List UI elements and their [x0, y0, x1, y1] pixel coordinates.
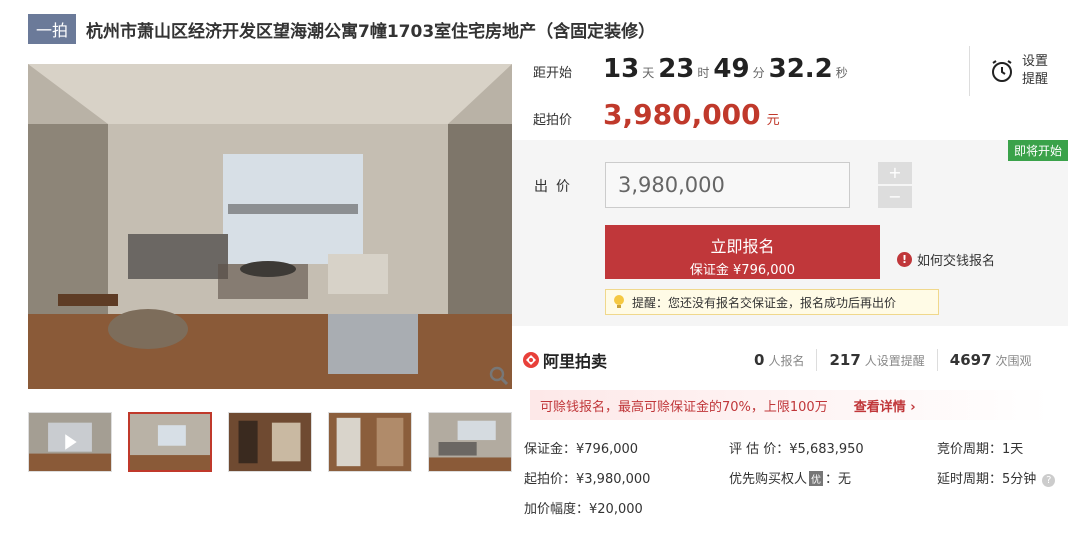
priority-badge: 优: [809, 470, 824, 486]
reminder-count: 217 人设置提醒: [829, 351, 925, 369]
thumbnail[interactable]: [427, 412, 512, 472]
minutes-unit: 分: [752, 66, 765, 80]
thumbnail[interactable]: [328, 412, 412, 472]
set-reminder-button[interactable]: 设置提醒: [969, 46, 1069, 96]
credit-promo-banner: 可赊钱报名，最高可赊保证金的70%，上限100万 查看详情 ›: [530, 390, 1050, 420]
start-price: 起拍价 3,980,000 元: [533, 98, 780, 138]
increment-detail: 加价幅度：¥20,000: [524, 501, 643, 517]
info-icon: !: [897, 252, 912, 267]
start-price-label: 起拍价: [533, 113, 573, 128]
signup-deposit: 保证金 ¥796,000: [689, 263, 796, 278]
days-unit: 天: [642, 66, 655, 80]
brand-logo[interactable]: 阿里拍卖: [522, 348, 742, 372]
thumbnail-strip: [28, 412, 512, 474]
auction-stats: 阿里拍卖 0 人报名 217 人设置提醒 4697 次围观: [522, 340, 1068, 380]
priority-detail: 优先购买权人优：无: [729, 470, 852, 487]
thumbnail-selected[interactable]: [127, 412, 213, 472]
countdown: 距开始 13 天 23 时 49 分 32.2 秒: [533, 54, 852, 94]
cycle-detail: 竞价周期：1天: [937, 441, 1024, 457]
alarm-clock-icon: [992, 60, 1012, 82]
main-photo[interactable]: [28, 64, 512, 389]
signup-label: 立即报名: [710, 237, 775, 256]
reminder-label: 设置提醒: [1022, 54, 1049, 87]
help-icon[interactable]: ?: [1042, 473, 1056, 487]
header: 一拍 杭州市萧山区经济开发区望海潮公寓7幢1703室住宅房地产（含固定装修）: [28, 14, 655, 44]
countdown-hours: 23: [658, 54, 695, 84]
bid-stepper: + −: [878, 162, 912, 208]
countdown-label: 距开始: [533, 66, 573, 81]
details-row: 起拍价：¥3,980,000 优先购买权人优：无 延时周期：5分钟?: [524, 462, 1064, 492]
brand-logo-icon: [523, 352, 539, 368]
delay-detail: 延时周期：5分钟?: [937, 468, 1056, 487]
brand-name: 阿里拍卖: [543, 352, 608, 371]
signup-count: 0 人报名: [754, 351, 805, 369]
promo-text: 可赊钱报名，最高可赊保证金的70%，上限100万: [540, 399, 828, 415]
property-title: 杭州市萧山区经济开发区望海潮公寓7幢1703室住宅房地产（含固定装修）: [86, 21, 656, 42]
how-to-pay-link[interactable]: ! 如何交钱报名: [897, 250, 995, 269]
bid-panel: 即将开始 出价 3,980,000 + − 立即报名 保证金 ¥796,000 …: [512, 140, 1068, 326]
start-price-value: 3,980,000: [603, 98, 761, 131]
bid-amount-input[interactable]: 3,980,000: [605, 162, 850, 208]
auction-round-tag: 一拍: [28, 14, 77, 44]
start-price-detail: 起拍价：¥3,980,000: [524, 471, 651, 487]
decrease-bid-button[interactable]: −: [878, 186, 912, 208]
hours-unit: 时: [697, 66, 710, 80]
status-badge: 即将开始: [1007, 140, 1068, 161]
increase-bid-button[interactable]: +: [878, 162, 912, 184]
auction-page: 一拍 杭州市萧山区经济开发区望海潮公寓7幢1703室住宅房地产（含固定装修） 距…: [0, 0, 1080, 540]
view-count: 4697 次围观: [949, 351, 1032, 369]
deposit-notice: 提醒：您还没有报名交保证金，报名成功后再出价: [605, 289, 939, 315]
zoom-icon[interactable]: [488, 365, 510, 387]
countdown-seconds: 32.2: [768, 54, 833, 84]
auction-details: 保证金：¥796,000 评 估 价：¥5,683,950 竞价周期：1天 起拍…: [524, 432, 1064, 522]
lightbulb-icon: [614, 295, 624, 308]
bid-label: 出价: [534, 179, 578, 195]
appraisal-detail: 评 估 价：¥5,683,950: [729, 441, 864, 457]
deposit-detail: 保证金：¥796,000: [524, 441, 639, 457]
seconds-unit: 秒: [835, 66, 848, 80]
countdown-days: 13: [603, 54, 640, 84]
thumbnail[interactable]: [228, 412, 312, 472]
thumbnail[interactable]: [28, 412, 112, 472]
signup-button[interactable]: 立即报名 保证金 ¥796,000: [605, 225, 880, 279]
details-row: 保证金：¥796,000 评 估 价：¥5,683,950 竞价周期：1天: [524, 432, 1064, 462]
notice-text: 提醒：您还没有报名交保证金，报名成功后再出价: [632, 295, 897, 310]
start-price-unit: 元: [766, 113, 780, 128]
details-row: 加价幅度：¥20,000: [524, 492, 1064, 522]
countdown-minutes: 49: [713, 54, 750, 84]
how-to-pay-label: 如何交钱报名: [917, 254, 996, 269]
promo-details-link[interactable]: 查看详情 ›: [854, 396, 916, 415]
